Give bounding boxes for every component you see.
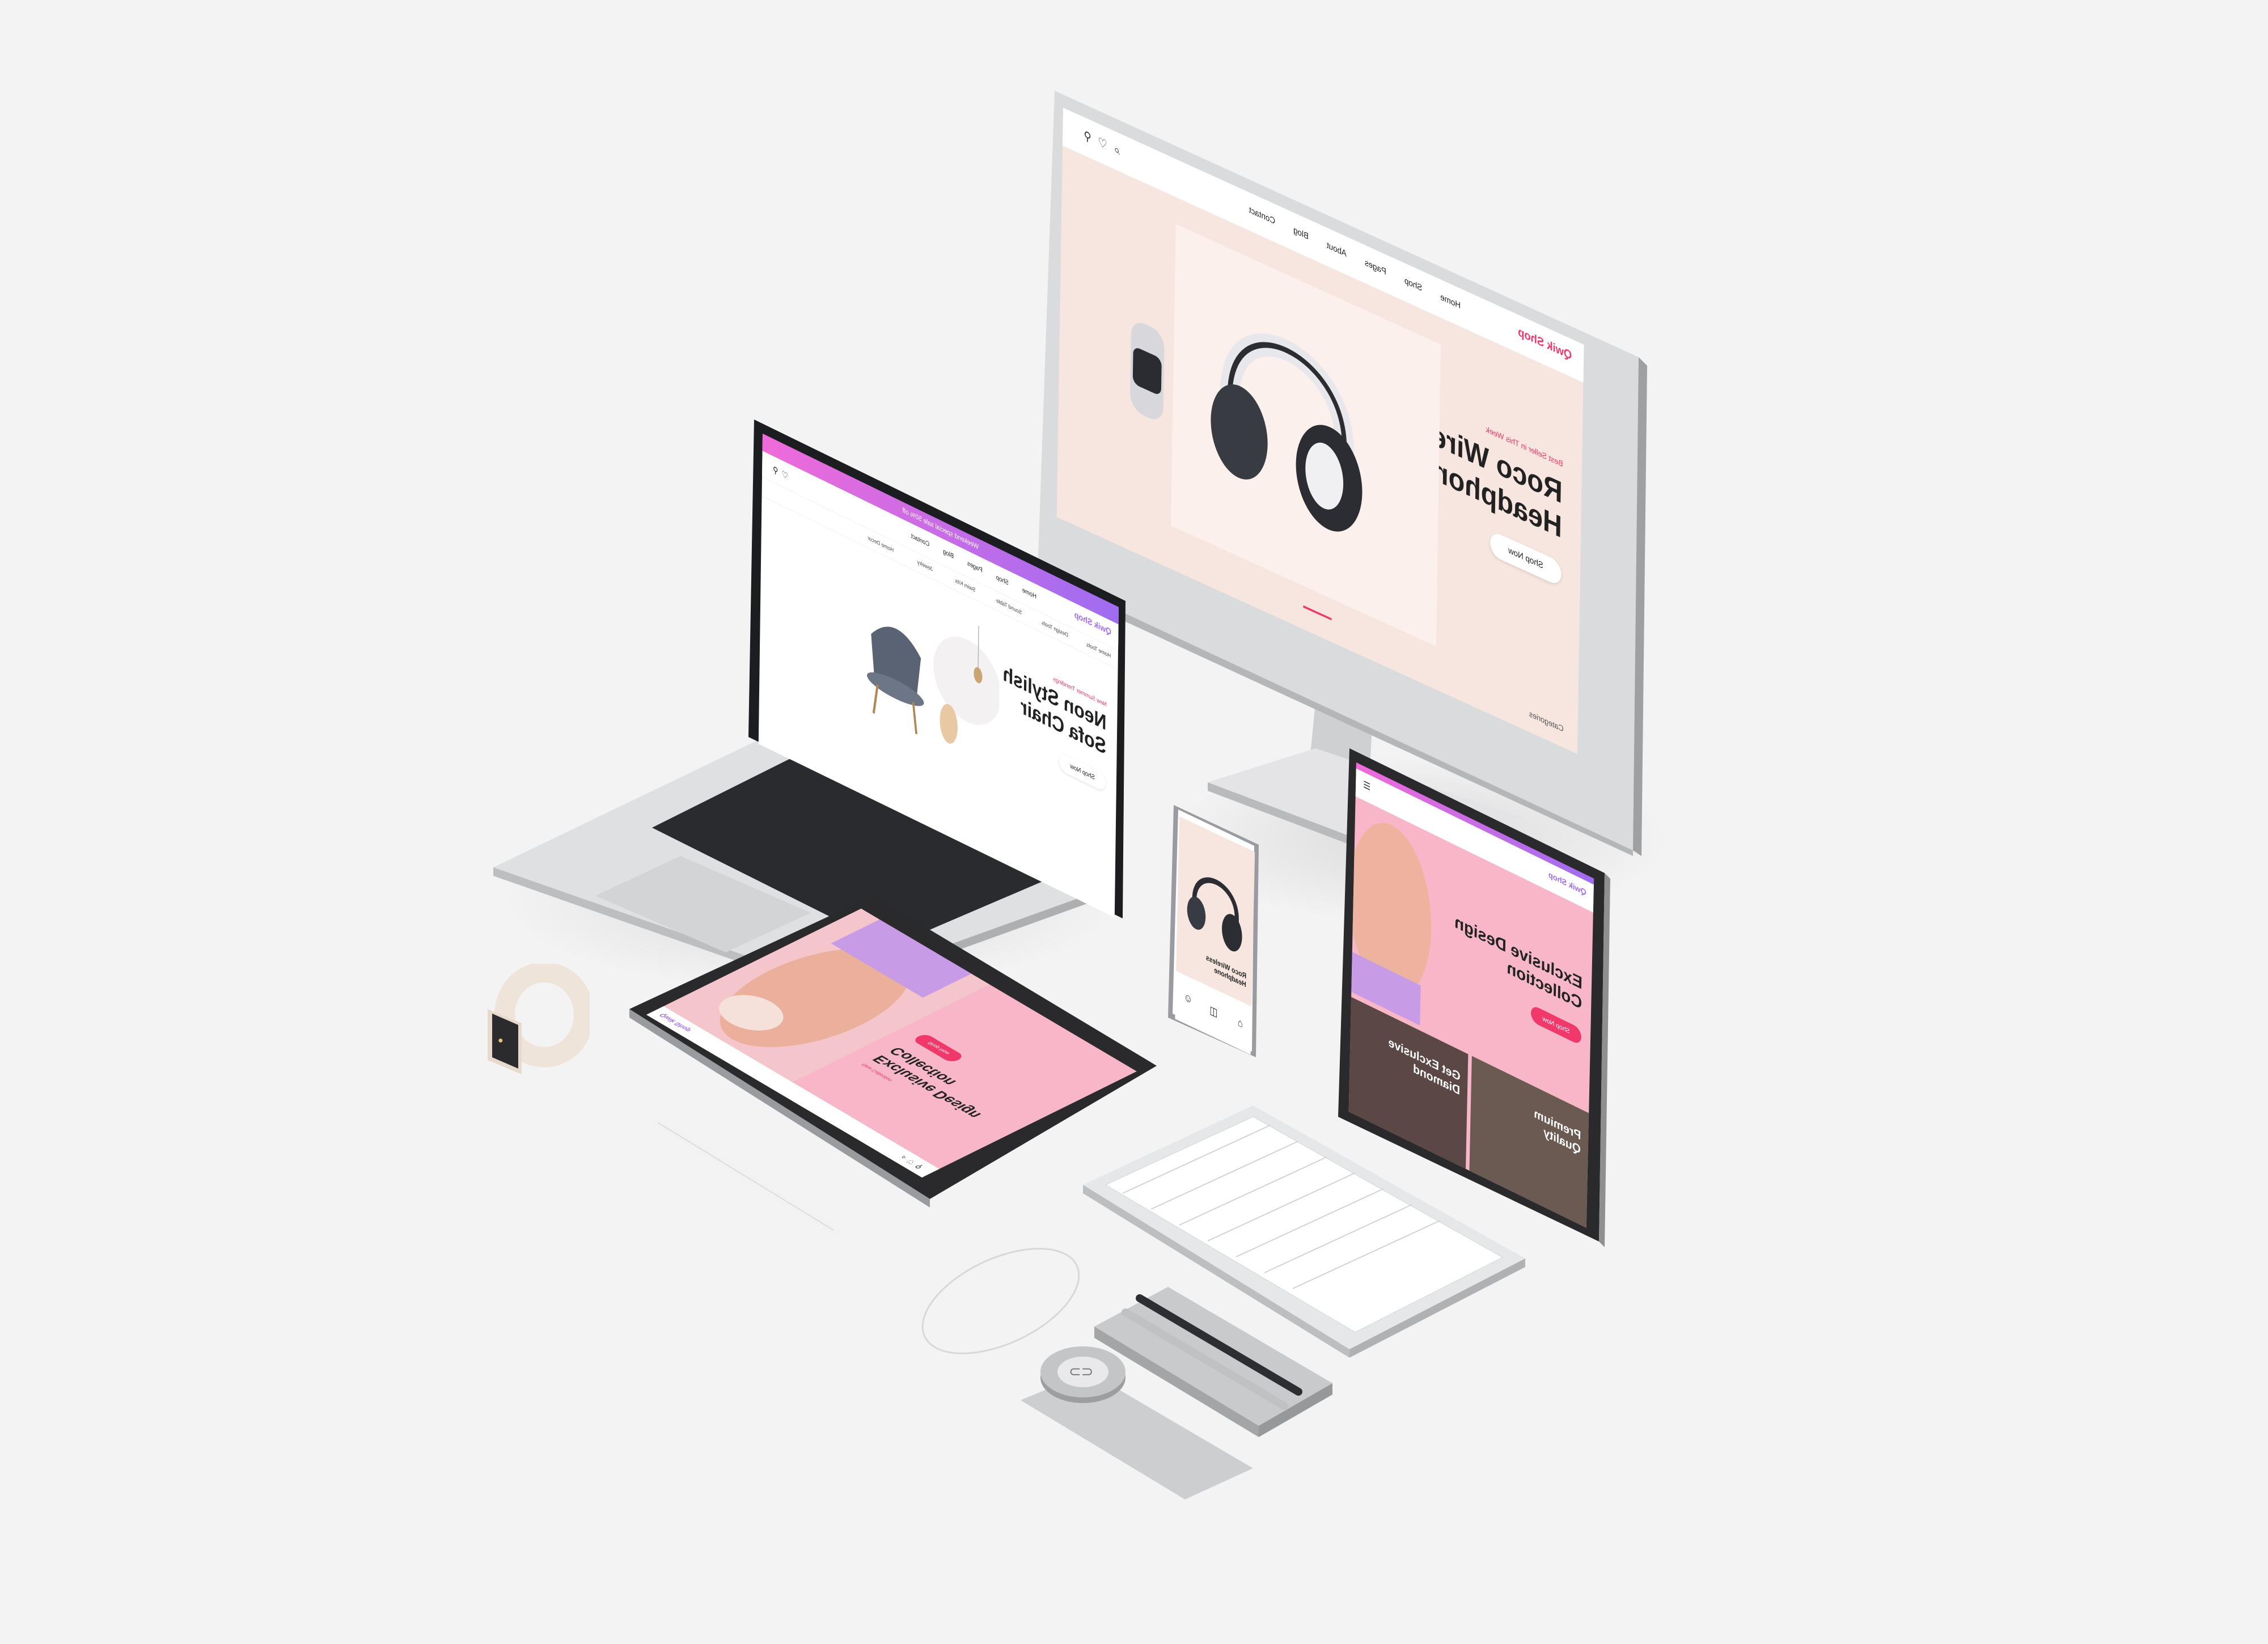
phone-headphone-image [1187,877,1242,952]
nav-shop[interactable]: Shop [996,574,1009,587]
nav-blog[interactable]: Blog [1293,226,1309,242]
monitor-footer-link[interactable]: Categories [1529,709,1564,734]
nav-contact[interactable]: Contact [911,532,930,548]
category-swim-kits[interactable]: Swim Kits [955,577,976,594]
header-icons[interactable]: ♡⚲ [769,462,788,482]
category-jewelry[interactable]: Jewelry [917,558,933,573]
nav-shop[interactable]: Shop [1404,276,1422,294]
nav-pages[interactable]: Pages [967,560,983,574]
phone-screen: Roco Wireless Headphone ⌂ ◫ ☺ [1175,816,1255,1055]
standing-tablet-shop-now-button[interactable]: Shop Now [1530,1004,1582,1046]
nav-contact[interactable]: Contact [1249,205,1275,227]
nav-home[interactable]: Home [1440,293,1461,311]
model-image [1351,823,1432,1026]
nav-about[interactable]: About [1327,241,1347,260]
bag-icon[interactable]: ◫ [1209,1003,1217,1020]
flat-tablet-hero-title: Exclusive Design Collection [869,1045,985,1121]
home-icon[interactable]: ⌂ [1238,1016,1243,1031]
menu-icon[interactable]: ☰ [1363,779,1370,793]
laptop-shop-now-button[interactable]: Shop Now [1059,752,1106,793]
slider-indicator[interactable] [1303,605,1332,621]
nav-home[interactable]: Home [1022,586,1036,600]
user-icon[interactable]: ☺ [1184,991,1193,1007]
smartwatch: ● [488,964,590,1074]
nav-blog[interactable]: Blog [943,548,954,560]
svg-text:⊂⊃: ⊂⊃ [1069,1363,1094,1380]
paper-clip-holder: ⊂⊃ [1021,1346,1253,1499]
standing-tablet-hero-title: Exclusive Design Collection [1454,912,1583,1014]
svg-text:●: ● [498,1036,503,1045]
stylus-pencil [653,1118,838,1235]
nav-pages[interactable]: Pages [1365,258,1386,277]
smartwatch-image [1130,323,1165,420]
